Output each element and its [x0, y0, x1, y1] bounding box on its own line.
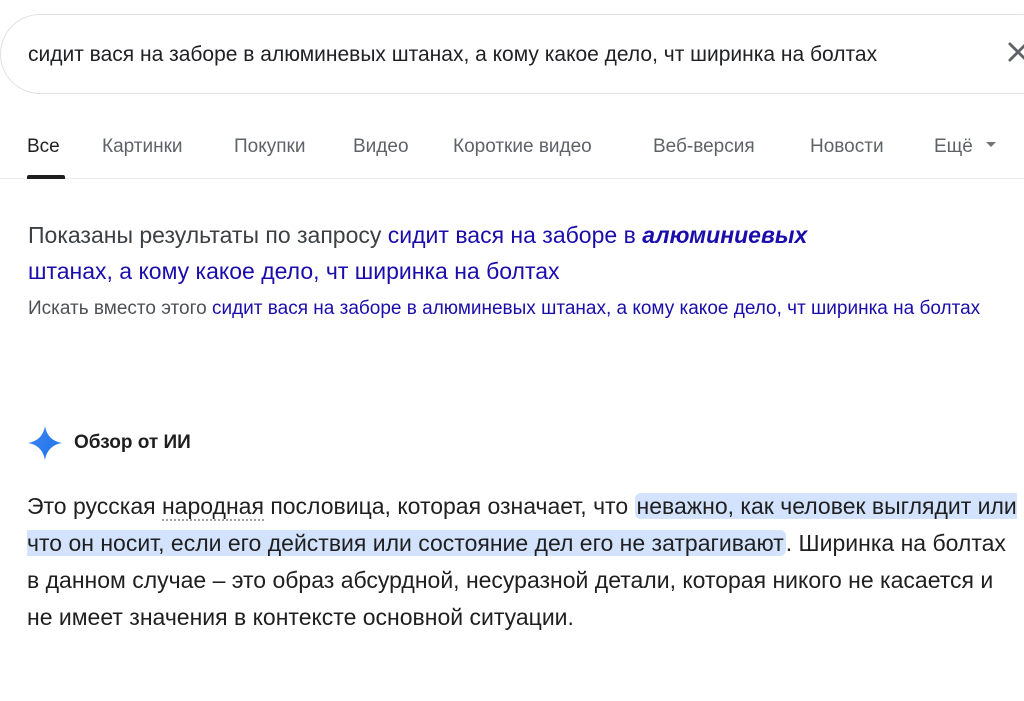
chevron-down-icon[interactable] [986, 142, 996, 147]
spelling-prefix: Показаны результаты по запросу [28, 222, 382, 248]
spelling-correction: Показаны результаты по запросу сидит вас… [28, 217, 1008, 289]
ai-overview-text: Это русская народная пословица, которая … [27, 493, 1017, 630]
search-instead: Искать вместо этого сидит вася на заборе… [28, 290, 1008, 328]
active-tab-indicator [27, 175, 65, 179]
search-instead-prefix: Искать вместо этого [28, 298, 207, 319]
dotted-term[interactable]: народная [161, 493, 264, 521]
tab-more[interactable]: Ещё [934, 134, 973, 160]
ai-overview-title: Обзор от ИИ [74, 432, 191, 453]
tab-news[interactable]: Новости [810, 134, 884, 160]
tab-images[interactable]: Картинки [102, 134, 183, 160]
sparkle-icon [27, 425, 63, 461]
tab-shopping[interactable]: Покупки [234, 134, 305, 160]
close-icon[interactable] [1004, 38, 1024, 66]
tab-video[interactable]: Видео [353, 134, 409, 160]
tab-short-video[interactable]: Короткие видео [453, 134, 592, 160]
tab-bar: Все Картинки Покупки Видео Короткие виде… [0, 124, 1024, 179]
tab-all[interactable]: Все [27, 134, 60, 160]
tab-web[interactable]: Веб-версия [653, 134, 755, 160]
original-query-link[interactable]: сидит вася на заборе в алюминевых штанах… [212, 298, 980, 319]
search-input[interactable]: сидит вася на заборе в алюминевых штанах… [28, 40, 986, 70]
